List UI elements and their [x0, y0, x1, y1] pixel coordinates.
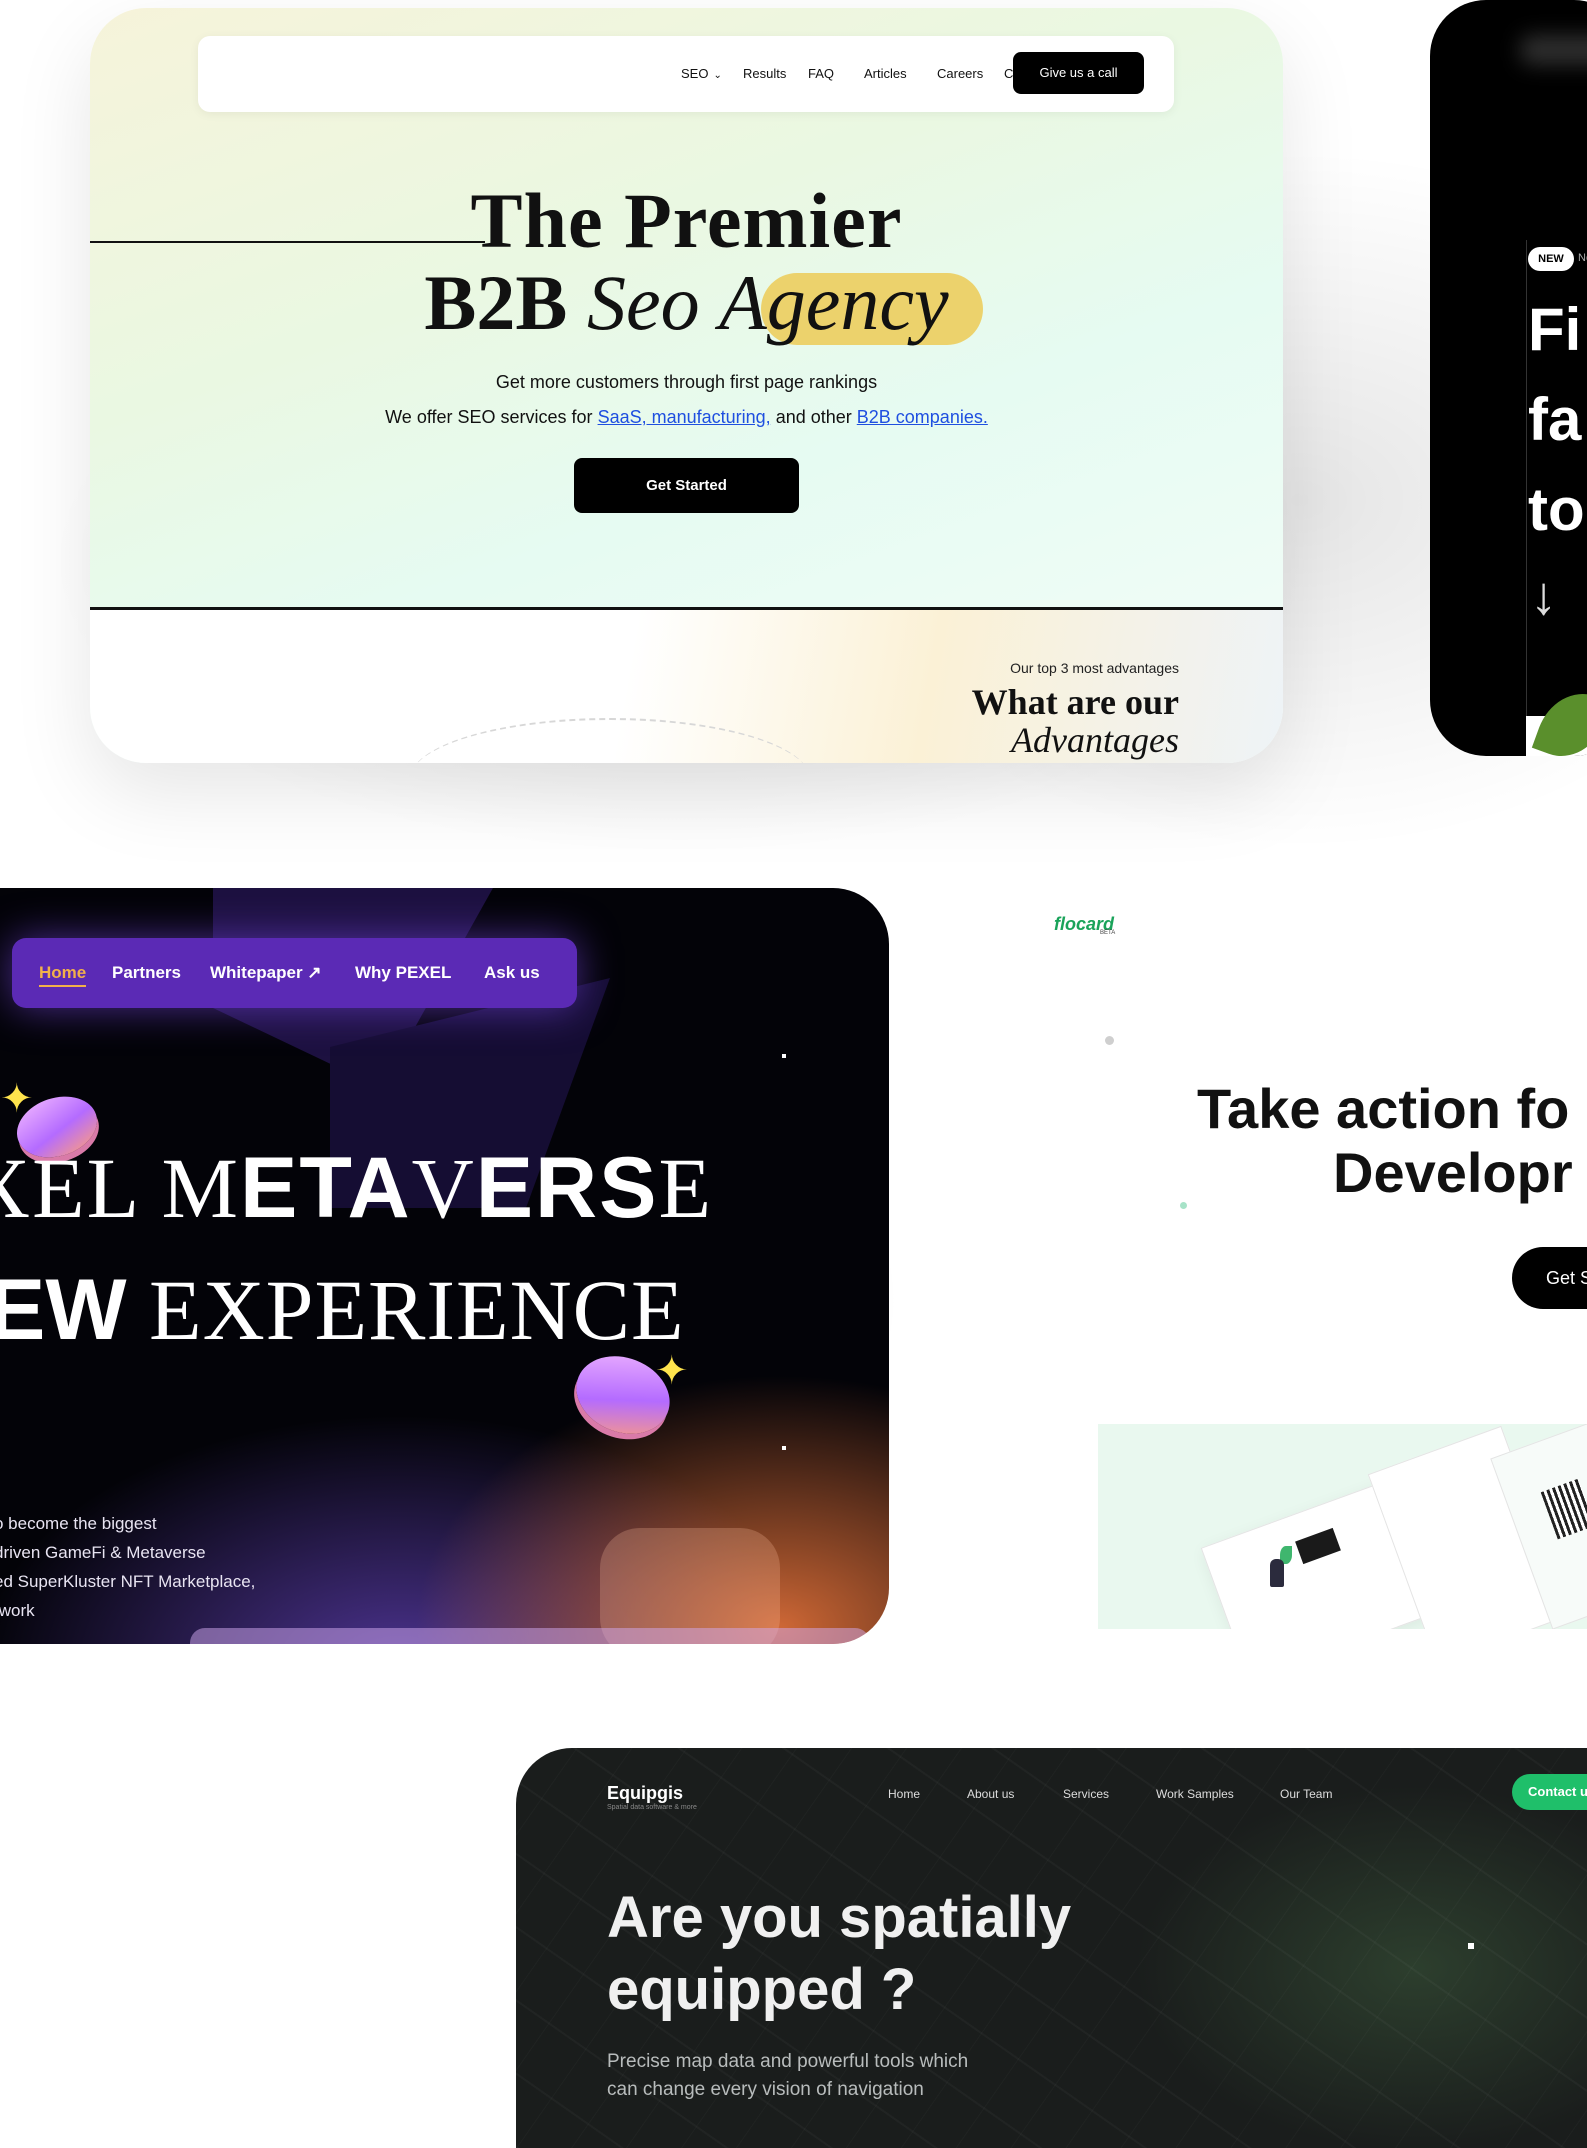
get-started-button[interactable]: Get S: [1512, 1247, 1587, 1309]
offer-prefix: We offer SEO services for: [385, 407, 593, 427]
flocard-headline-line2: Developr: [1333, 1141, 1573, 1204]
pexel-body-line: o become the biggest: [0, 1514, 157, 1533]
seo-navbar: SEO⌄ Results FAQ Articles Careers Contac…: [198, 36, 1174, 112]
b2b-companies-link[interactable]: B2B companies.: [857, 407, 988, 427]
decorative-dot: [1105, 1036, 1114, 1045]
headline-line3: to: [1528, 476, 1585, 543]
pexel-navbar: Home Partners Whitepaper ↗ Why PEXEL Ask…: [12, 938, 577, 1008]
nav-item-our-team[interactable]: Our Team: [1280, 1787, 1332, 1801]
decorative-dot: [1180, 1202, 1187, 1209]
arrow-down-icon: ↓: [1530, 566, 1557, 626]
sparkle-icon: ✦: [655, 1349, 689, 1393]
saas-manufacturing-link[interactable]: SaaS, manufacturing,: [598, 407, 771, 427]
hero-title-line2: B2B Seo Agency: [90, 258, 1283, 348]
nav-item-seo[interactable]: SEO ⌄: [681, 66, 722, 81]
nav-item-home[interactable]: Home: [39, 963, 87, 987]
headline-line1: Fi: [1528, 296, 1582, 363]
hero-title-b2b: B2B: [424, 259, 568, 346]
flocard-illustration: [1098, 1424, 1587, 1629]
blurred-logo: [1520, 35, 1587, 65]
nav-item-whitepaper[interactable]: Whitepaper ↗: [210, 963, 322, 983]
hero-subtitle: Get more customers through first page ra…: [495, 372, 878, 392]
flocard-logo-sub: BETA: [1100, 930, 1116, 936]
chevron-down-icon: ⌄: [713, 70, 722, 81]
nav-item-faq[interactable]: FAQ: [808, 66, 834, 81]
nav-item-articles[interactable]: Articles: [864, 66, 907, 81]
decorative-blob: [600, 1528, 780, 1644]
nav-item-work-samples[interactable]: Work Samples: [1156, 1787, 1234, 1801]
new-badge: NEW: [1528, 247, 1574, 271]
pexel-headline-line1: XEL METAVERSE: [0, 1140, 714, 1236]
give-us-a-call-button[interactable]: Give us a call: [1013, 52, 1144, 94]
nav-item-careers[interactable]: Careers: [937, 66, 983, 81]
pexel-body-line: twork: [0, 1601, 35, 1620]
headline-line2: fa: [1528, 386, 1582, 453]
seo-agency-preview-card[interactable]: SEO⌄ Results FAQ Articles Careers Contac…: [90, 8, 1283, 763]
get-started-button[interactable]: Get Started: [574, 458, 799, 513]
advantages-heading: What are our: [971, 682, 1179, 722]
equipgis-logo[interactable]: Equipgis: [607, 1783, 683, 1804]
bottom-panel: [190, 1628, 870, 1644]
hero-title-line1: The Premier: [470, 177, 903, 264]
advantages-eyebrow: Our top 3 most advantages: [1010, 660, 1179, 676]
pexel-headline-line2: EW EXPERIENCE: [0, 1262, 685, 1358]
hero-title-agency: Agency: [719, 259, 949, 346]
hero-offer: We offer SEO services for SaaS, manufact…: [90, 407, 1283, 428]
equipgis-description: Precise map data and powerful tools whic…: [607, 2051, 969, 2100]
nav-item-home[interactable]: Home: [888, 1787, 920, 1801]
map-marker-icon: [1468, 1943, 1474, 1949]
pexel-metaverse-preview-card[interactable]: Home Partners Whitepaper ↗ Why PEXEL Ask…: [0, 888, 889, 1644]
nav-item-why-pexel[interactable]: Why PEXEL: [355, 963, 451, 983]
nav-item-about-us[interactable]: About us: [967, 1787, 1014, 1801]
nav-item-partners[interactable]: Partners: [112, 963, 181, 983]
nav-item-ask-us[interactable]: Ask us: [484, 963, 540, 983]
star-dot: [782, 1446, 786, 1450]
dark-preview-card[interactable]: NEW Ne Fi fa to ↓: [1430, 0, 1587, 756]
flocard-headline-line1: Take action fo: [1197, 1077, 1570, 1140]
nav-item-results[interactable]: Results: [743, 66, 786, 81]
pexel-body-line: driven GameFi & Metaverse: [0, 1543, 206, 1562]
pexel-body-line: ed SuperKluster NFT Marketplace,: [0, 1572, 256, 1591]
person-icon: [1270, 1559, 1284, 1587]
badge-text: Ne: [1578, 252, 1587, 264]
nav-item-services[interactable]: Services: [1063, 1787, 1109, 1801]
star-dot: [782, 1054, 786, 1058]
equipgis-tagline: Spatial data software & more: [607, 1804, 697, 1811]
divider-line: [1526, 240, 1527, 756]
hero-title-seo: Seo: [586, 259, 700, 346]
offer-mid: and other: [775, 407, 852, 427]
equipgis-preview-card[interactable]: Equipgis Spatial data software & more Ho…: [516, 1748, 1587, 2148]
advantages-heading-italic: Advantages: [1011, 720, 1179, 760]
equipgis-headline: Are you spatially equipped ?: [607, 1885, 1072, 2022]
contact-button[interactable]: Contact u: [1512, 1774, 1587, 1810]
